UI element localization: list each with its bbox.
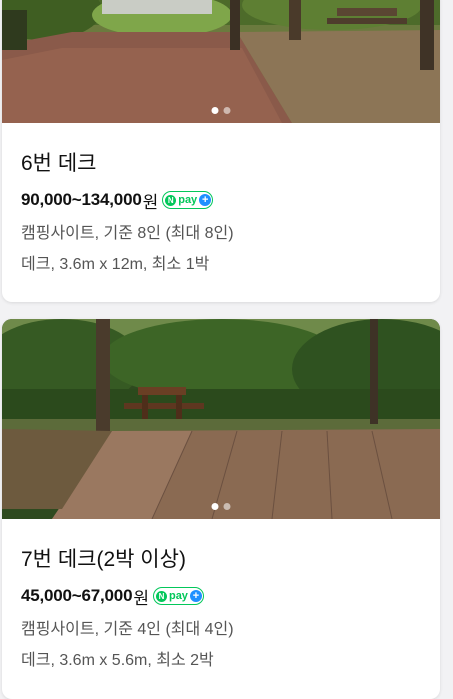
listing-title: 6번 데크 — [21, 152, 97, 175]
price-row: 45,000~67,000 원 N pay + — [21, 584, 421, 608]
price-range: 90,000~134,000 — [21, 190, 142, 209]
npay-n-icon: N — [165, 194, 177, 206]
listing-spec: 데크, 3.6m x 5.6m, 최소 2박 — [21, 652, 214, 669]
listing-photo-carousel[interactable] — [2, 319, 440, 519]
npay-label: pay — [178, 194, 198, 206]
listing-capacity: 캠핑사이트, 기준 8인 (최대 8인) — [21, 225, 234, 242]
naver-pay-badge: N pay + — [152, 587, 204, 605]
listing-card-7[interactable]: 7번 데크(2박 이상) 45,000~67,000 원 N pay + 캠핑사… — [2, 319, 440, 699]
npay-n-icon: N — [155, 590, 167, 602]
listing-capacity: 캠핑사이트, 기준 4인 (최대 4인) — [21, 621, 234, 638]
naver-pay-badge: N pay + — [162, 191, 214, 209]
price-range: 45,000~67,000 — [21, 586, 133, 605]
listing-title: 7번 데크(2박 이상) — [21, 548, 186, 571]
npay-plus-icon: + — [189, 590, 202, 602]
carousel-indicator — [211, 107, 231, 114]
carousel-dot-active[interactable] — [211, 503, 219, 510]
deck-photo — [2, 319, 440, 519]
listing-card-6[interactable]: 6번 데크 90,000~134,000 원 N pay + 캠핑사이트, 기준… — [2, 0, 440, 302]
npay-plus-icon: + — [199, 194, 212, 206]
price-row: 90,000~134,000 원 N pay + — [21, 188, 421, 212]
carousel-dot-active[interactable] — [211, 107, 219, 114]
listing-spec: 데크, 3.6m x 12m, 최소 1박 — [21, 256, 210, 273]
npay-label: pay — [168, 590, 188, 602]
currency-unit: 원 — [142, 192, 159, 212]
carousel-indicator — [211, 503, 231, 510]
deck-photo — [2, 0, 440, 123]
currency-unit: 원 — [133, 588, 149, 608]
carousel-dot[interactable] — [223, 503, 231, 510]
carousel-dot[interactable] — [223, 107, 231, 114]
listing-photo-carousel[interactable] — [2, 0, 440, 123]
